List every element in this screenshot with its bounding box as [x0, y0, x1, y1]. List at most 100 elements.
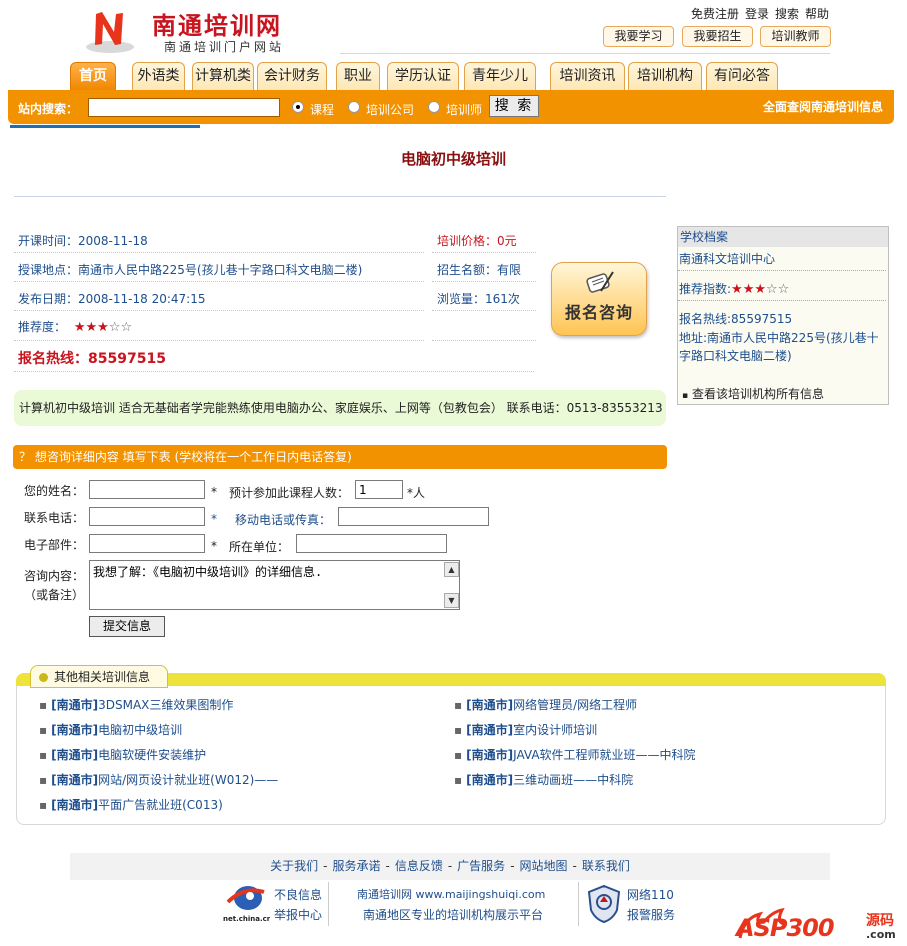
- police-line-1[interactable]: 网络110: [627, 886, 674, 903]
- related-item[interactable]: ▪ [南通市]网络管理员/网络工程师: [454, 696, 637, 713]
- scroll-down-icon[interactable]: ▼: [444, 593, 459, 608]
- star-empty-icon: ☆: [777, 282, 790, 297]
- star-filled-icon: ★: [754, 282, 767, 297]
- search-label: 站内搜索：: [18, 102, 79, 116]
- tab-vocational[interactable]: 职业: [336, 62, 380, 90]
- report-line-1[interactable]: 不良信息: [274, 886, 322, 903]
- views-value: 161次: [485, 292, 520, 306]
- count-input[interactable]: [355, 480, 403, 499]
- dot-icon: [39, 673, 48, 682]
- name-input[interactable]: [89, 480, 205, 499]
- footer-link-ads[interactable]: 广告服务: [457, 859, 505, 873]
- related-tab: 其他相关培训信息: [30, 665, 168, 688]
- related-item[interactable]: ▪ [南通市]3DSMAX三维效果图制作: [39, 696, 233, 713]
- tab-qa[interactable]: 有问必答: [706, 62, 778, 90]
- phone-input[interactable]: [89, 507, 205, 526]
- side-divider: [678, 270, 886, 271]
- name-label: 您的姓名：: [24, 484, 85, 498]
- side-divider: [678, 300, 886, 301]
- consult-button[interactable]: 报名咨询: [551, 262, 647, 336]
- school-name[interactable]: 南通科文培训中心: [679, 250, 775, 267]
- search-button[interactable]: 搜 索: [489, 95, 539, 117]
- login-link[interactable]: 登录: [745, 5, 769, 22]
- radio-trainer[interactable]: [428, 101, 440, 113]
- required-mark: *: [211, 485, 217, 499]
- report-line-2[interactable]: 举报中心: [274, 906, 322, 923]
- location-label: 授课地点：: [18, 263, 79, 277]
- police-line-2[interactable]: 报警服务: [627, 906, 675, 923]
- header-divider: [340, 53, 830, 54]
- related-item[interactable]: ▪ [南通市]平面广告就业班(C013): [39, 796, 223, 813]
- scroll-up-icon[interactable]: ▲: [444, 562, 459, 577]
- school-profile-header: 学校档案: [678, 227, 888, 247]
- title-divider: [14, 196, 666, 197]
- footer-link-about[interactable]: 关于我们: [270, 859, 318, 873]
- related-item[interactable]: ▪ [南通市]JAVA软件工程师就业班——中科院: [454, 746, 696, 763]
- email-input[interactable]: [89, 534, 205, 553]
- radio-company-label: 培训公司: [366, 103, 415, 117]
- register-link[interactable]: 免费注册: [691, 5, 739, 22]
- school-more-label: 查看该培训机构所有信息: [691, 387, 824, 401]
- row-divider: [14, 252, 424, 253]
- publish-date-row: 发布日期：2008-11-18 20:47:15: [18, 290, 205, 307]
- footer-link-sitemap[interactable]: 网站地图: [520, 859, 568, 873]
- report-center-logo-icon[interactable]: net.china.cn: [222, 882, 270, 924]
- tab-institutions[interactable]: 培训机构: [628, 62, 702, 90]
- star-filled-icon: ★: [97, 320, 109, 335]
- school-rating-label: 推荐指数:: [679, 282, 732, 296]
- mobile-input[interactable]: [338, 507, 489, 526]
- related-item[interactable]: ▪ [南通市]电脑软硬件安装维护: [39, 746, 206, 763]
- rating-stars: ★★★☆☆: [74, 320, 132, 335]
- org-input[interactable]: [296, 534, 447, 553]
- site-logo-title[interactable]: 南通培训网: [152, 6, 282, 41]
- tab-news[interactable]: 培训资讯: [550, 62, 625, 90]
- tab-degree[interactable]: 学历认证: [387, 62, 459, 90]
- search-input[interactable]: [88, 98, 280, 117]
- star-empty-icon: ☆: [766, 282, 778, 297]
- browse-all-link[interactable]: 全面查阅南通培训信息: [763, 98, 883, 115]
- teacher-button[interactable]: 培训教师: [760, 26, 831, 47]
- page-title: 电脑初中级培训: [400, 150, 506, 168]
- row-divider: [432, 252, 536, 253]
- tab-youth[interactable]: 青年少儿: [464, 62, 536, 90]
- start-date-row: 开课时间：2008-11-18: [18, 232, 148, 249]
- accent-bar: [10, 125, 200, 128]
- price-value: 0元: [497, 234, 517, 248]
- related-item[interactable]: ▪ [南通市]电脑初中级培训: [39, 721, 182, 738]
- star-filled-icon: ★: [85, 320, 98, 335]
- tab-accounting[interactable]: 会计财务: [257, 62, 327, 90]
- school-more-link[interactable]: ▪ 查看该培训机构所有信息: [682, 385, 824, 402]
- bullet-icon: ▪: [682, 391, 689, 401]
- tab-languages[interactable]: 外语类: [132, 62, 185, 90]
- radio-company[interactable]: [348, 101, 360, 113]
- submit-button[interactable]: 提交信息: [89, 616, 165, 637]
- inquiry-form-header: ？ 想咨询详细内容 填写下表 (学校将在一个工作日内电话答复): [13, 445, 667, 469]
- related-item[interactable]: ▪ [南通市]三维动画班——中科院: [454, 771, 633, 788]
- quota-value: 有限: [497, 263, 522, 277]
- footer-link-service[interactable]: 服务承诺: [332, 859, 380, 873]
- tab-home[interactable]: 首页: [70, 62, 116, 90]
- related-item[interactable]: ▪ [南通市]网站/网页设计就业班(W012)——: [39, 771, 278, 788]
- help-link[interactable]: 帮助: [805, 5, 829, 22]
- search-link[interactable]: 搜索: [775, 5, 799, 22]
- bullet-icon: ▪: [454, 723, 463, 737]
- enroll-button[interactable]: 我要招生: [682, 26, 753, 47]
- footer-links: 关于我们 - 服务承诺 - 信息反馈 - 广告服务 - 网站地图 - 联系我们: [70, 853, 830, 880]
- required-mark: *: [211, 539, 217, 553]
- phone-label: 联系电话：: [24, 511, 85, 525]
- views-label: 浏览量：: [437, 292, 486, 306]
- star-empty-icon: ☆: [108, 320, 121, 335]
- radio-course[interactable]: [292, 101, 304, 113]
- count-label: 预计参加此课程人数：: [229, 486, 350, 500]
- content-textarea[interactable]: 我想了解：《电脑初中级培训》的详细信息.: [89, 560, 460, 610]
- radio-course-label: 课程: [310, 103, 335, 117]
- hotline: 报名热线：85597515: [18, 348, 166, 368]
- tab-computer[interactable]: 计算机类: [192, 62, 254, 90]
- site-logo-icon[interactable]: [86, 8, 136, 54]
- bullet-icon: ▪: [454, 748, 463, 762]
- related-item[interactable]: ▪ [南通市]室内设计师培训: [454, 721, 597, 738]
- footer-link-contact[interactable]: 联系我们: [582, 859, 630, 873]
- police-badge-icon[interactable]: [586, 884, 622, 924]
- footer-link-feedback[interactable]: 信息反馈: [395, 859, 443, 873]
- learn-button[interactable]: 我要学习: [603, 26, 674, 47]
